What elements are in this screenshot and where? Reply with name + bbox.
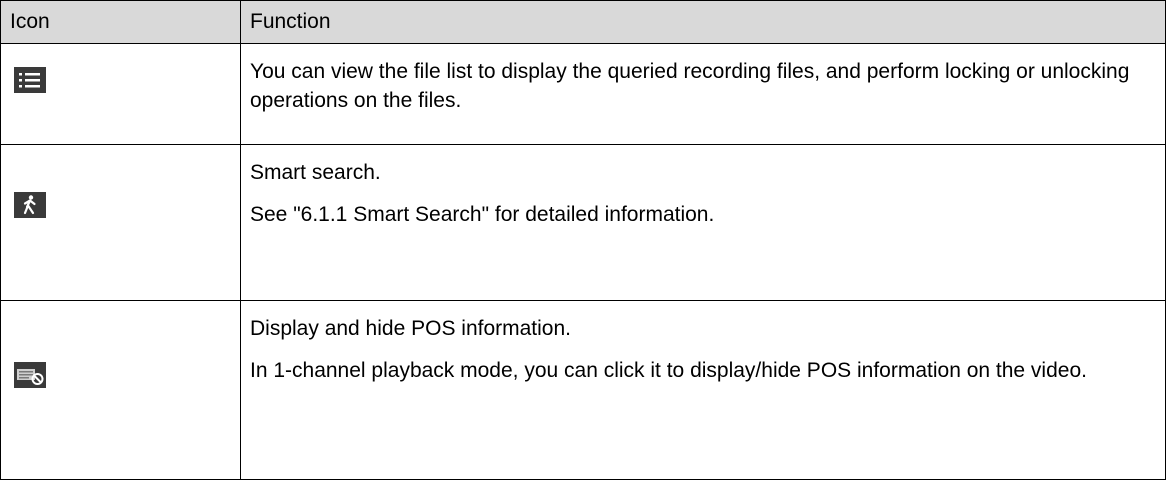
table-row: Display and hide POS information. In 1-c…	[0, 300, 1166, 480]
list-icon	[14, 67, 46, 93]
table-row: Smart search. See "6.1.1 Smart Search" f…	[0, 144, 1166, 301]
function-text: See "6.1.1 Smart Search" for detailed in…	[250, 203, 715, 226]
icon-cell	[0, 300, 241, 480]
function-cell: Display and hide POS information. In 1-c…	[240, 300, 1166, 480]
smart-search-walking-person-icon	[14, 192, 46, 218]
function-text: You can view the file list to display th…	[250, 60, 1130, 112]
pos-hide-icon	[14, 362, 46, 388]
table-row: You can view the file list to display th…	[0, 43, 1166, 145]
icon-cell	[0, 43, 241, 145]
function-text: Smart search.	[250, 161, 381, 184]
function-cell: Smart search. See "6.1.1 Smart Search" f…	[240, 144, 1166, 301]
icon-cell	[0, 144, 241, 301]
header-function: Function	[240, 0, 1166, 44]
table-header-row: Icon Function	[0, 0, 1166, 44]
function-cell: You can view the file list to display th…	[240, 43, 1166, 145]
header-icon: Icon	[0, 0, 241, 44]
icon-function-table: Icon Function You can view the file list…	[0, 0, 1166, 480]
function-text: Display and hide POS information.	[250, 317, 571, 340]
function-text: In 1-channel playback mode, you can clic…	[250, 359, 1087, 382]
